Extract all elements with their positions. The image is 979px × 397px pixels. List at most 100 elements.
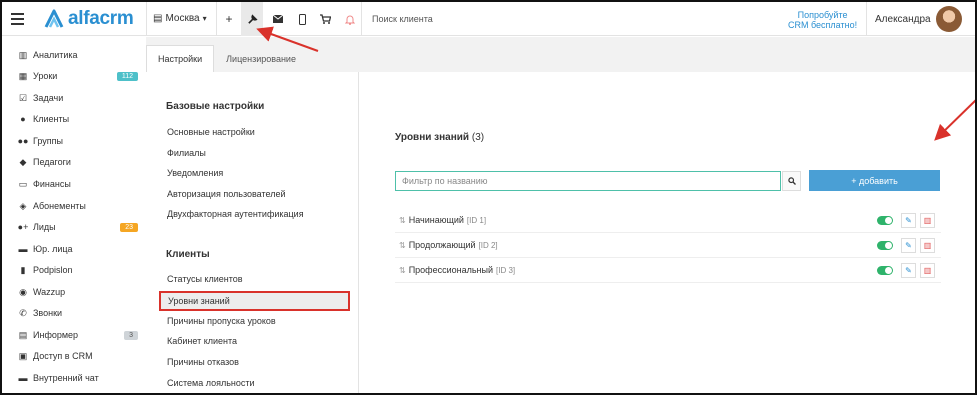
search-icon[interactable] xyxy=(782,171,801,191)
sidebar-item-label: Звонки xyxy=(33,308,63,318)
chevron-down-icon: ▾ xyxy=(202,14,207,23)
menu-item-user-auth[interactable]: Авторизация пользователей xyxy=(167,189,286,199)
delete-icon[interactable]: ▥ xyxy=(920,263,935,278)
user-plus-icon: ●+ xyxy=(17,222,29,232)
trial-promo-link[interactable]: Попробуйте CRM бесплатно! xyxy=(788,10,857,30)
tag-icon: ◈ xyxy=(19,200,27,211)
logo[interactable]: alfacrm xyxy=(43,8,134,30)
add-button[interactable]: + добавить xyxy=(809,170,940,191)
delete-icon[interactable]: ▥ xyxy=(920,213,935,228)
menu-item-client-statuses[interactable]: Статусы клиентов xyxy=(167,274,243,284)
sidebar-item-clients[interactable]: ● Клиенты xyxy=(18,111,138,127)
tab-licensing[interactable]: Лицензирование xyxy=(214,45,308,72)
enabled-toggle[interactable] xyxy=(877,266,893,275)
sidebar-item-wazzup[interactable]: ◉ Wazzup xyxy=(18,284,138,300)
sidebar-item-label: Задачи xyxy=(33,93,64,103)
edit-icon[interactable]: ✎ xyxy=(901,263,916,278)
sidebar-item-label: Podpislon xyxy=(33,265,73,275)
sidebar-item-label: Внутренний чат xyxy=(33,373,99,383)
sidebar-item-finance[interactable]: ▭ Финансы xyxy=(18,176,138,192)
sidebar-item-tasks[interactable]: ☑ Задачи xyxy=(18,90,138,106)
briefcase-icon: ▬ xyxy=(18,244,28,254)
menu-item-branches[interactable]: Филиалы xyxy=(167,148,206,158)
sidebar: ▥ Аналитика ▦ Уроки 112 ☑ Задачи ● Клиен… xyxy=(2,37,146,393)
bell-icon[interactable] xyxy=(339,2,361,36)
sidebar-item-label: Клиенты xyxy=(33,114,70,124)
client-search-input[interactable]: Поиск клиента xyxy=(372,14,433,24)
enabled-toggle[interactable] xyxy=(877,241,893,250)
sidebar-item-groups[interactable]: ●● Группы xyxy=(18,133,138,149)
mail-icon[interactable] xyxy=(267,2,289,36)
promo-line-1: Попробуйте xyxy=(797,10,848,20)
money-icon: ▭ xyxy=(18,178,28,189)
wrench-icon[interactable] xyxy=(241,2,263,36)
logo-icon xyxy=(44,9,64,28)
cart-icon[interactable] xyxy=(314,2,336,36)
user-name[interactable]: Александра xyxy=(875,14,931,25)
menu-item-notifications[interactable]: Уведомления xyxy=(167,168,223,178)
sidebar-item-subscriptions[interactable]: ◈ Абонементы xyxy=(18,198,138,214)
tab-bar: Настройки Лицензирование xyxy=(146,45,308,72)
sidebar-item-calls[interactable]: ✆ Звонки xyxy=(18,305,138,321)
sort-icon[interactable]: ⇅ xyxy=(399,266,406,275)
tab-settings[interactable]: Настройки xyxy=(146,45,215,72)
sidebar-item-leads[interactable]: ●+ Лиды 23 xyxy=(18,219,138,235)
sidebar-item-internal-chat[interactable]: ▬ Внутренний чат xyxy=(18,370,138,386)
sidebar-item-analytics[interactable]: ▥ Аналитика xyxy=(18,47,138,63)
menu-item-two-factor[interactable]: Двухфакторная аутентификация xyxy=(167,209,304,219)
sidebar-item-legal-entities[interactable]: ▬ Юр. лица xyxy=(18,241,138,257)
filter-input[interactable]: Фильтр по названию xyxy=(395,171,781,191)
sidebar-item-lessons[interactable]: ▦ Уроки 112 xyxy=(18,68,138,84)
menu-item-loyalty-system[interactable]: Система лояльности xyxy=(167,378,255,388)
sidebar-item-label: Доступ в CRM xyxy=(33,351,93,361)
sidebar-item-label: Wazzup xyxy=(33,287,66,297)
level-name: Продолжающий xyxy=(408,240,476,250)
edit-icon[interactable]: ✎ xyxy=(901,238,916,253)
edit-icon[interactable]: ✎ xyxy=(901,213,916,228)
sidebar-item-teachers[interactable]: ◆ Педагоги xyxy=(18,154,138,170)
branch-icon: ▤ xyxy=(153,13,163,24)
sort-icon[interactable]: ⇅ xyxy=(399,216,406,225)
whatsapp-icon: ◉ xyxy=(19,286,27,297)
chat-icon: ▬ xyxy=(18,373,28,383)
menu-item-main-settings[interactable]: Основные настройки xyxy=(167,127,255,137)
sidebar-item-label: Уроки xyxy=(33,71,58,81)
app-window: alfacrm ▤ Москва ▾ + Поиск клиента Попро… xyxy=(0,0,977,395)
book-icon: ▥ xyxy=(18,49,28,60)
city-label: Москва xyxy=(165,13,200,24)
delete-icon[interactable]: ▥ xyxy=(920,238,935,253)
level-name: Начинающий xyxy=(408,215,464,225)
settings-panel: Базовые настройки Основные настройки Фил… xyxy=(146,72,975,393)
phone-icon: ✆ xyxy=(19,307,27,318)
page-title: Уровни знаний (3) xyxy=(395,132,484,143)
file-icon: ▮ xyxy=(20,264,26,275)
sort-icon[interactable]: ⇅ xyxy=(399,241,406,250)
menu-icon[interactable] xyxy=(11,13,24,25)
levels-count: (3) xyxy=(471,132,485,143)
graduation-cap-icon: ◆ xyxy=(19,156,27,167)
list-icon: ▤ xyxy=(18,329,28,340)
menu-item-client-cabinet[interactable]: Кабинет клиента xyxy=(167,336,237,346)
menu-item-refusal-reasons[interactable]: Причины отказов xyxy=(167,357,239,367)
list-item[interactable]: ⇅ Начинающий [ID 1] ✎ ▥ xyxy=(395,208,941,233)
tasks-icon: ☑ xyxy=(18,92,28,103)
sidebar-item-label: Лиды xyxy=(33,222,56,232)
list-item[interactable]: ⇅ Продолжающий [ID 2] ✎ ▥ xyxy=(395,233,941,258)
phone-icon[interactable] xyxy=(291,2,313,36)
count-badge: 3 xyxy=(124,330,138,340)
list-item[interactable]: ⇅ Профессиональный [ID 3] ✎ ▥ xyxy=(395,258,941,283)
menu-item-absence-reasons[interactable]: Причины пропуска уроков xyxy=(167,316,276,326)
avatar[interactable] xyxy=(936,6,962,32)
basic-settings-heading: Базовые настройки xyxy=(166,101,265,112)
calendar-icon: ▦ xyxy=(18,70,28,81)
plus-icon[interactable]: + xyxy=(218,2,240,36)
sidebar-item-informer[interactable]: ▤ Информер 3 xyxy=(18,327,138,343)
enabled-toggle[interactable] xyxy=(877,216,893,225)
logo-text: alfacrm xyxy=(68,8,134,29)
top-bar: alfacrm ▤ Москва ▾ + Поиск клиента Попро… xyxy=(2,2,975,36)
sidebar-item-podpislon[interactable]: ▮ Podpislon xyxy=(18,262,138,278)
city-selector[interactable]: ▤ Москва ▾ xyxy=(153,13,207,24)
menu-item-knowledge-levels[interactable]: Уровни знаний xyxy=(159,291,350,311)
level-name: Профессиональный xyxy=(408,265,494,275)
sidebar-item-crm-access[interactable]: ▣ Доступ в CRM xyxy=(18,348,138,364)
